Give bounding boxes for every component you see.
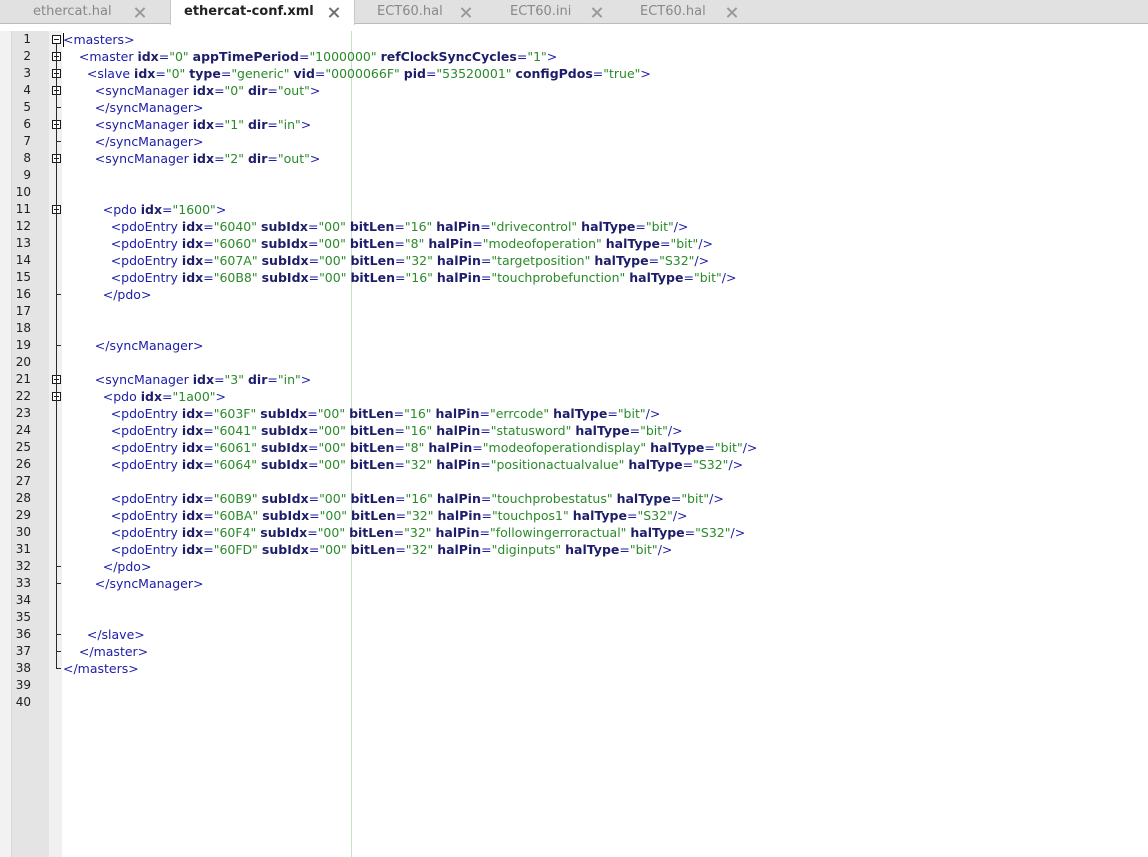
code-line[interactable]: </slave> — [63, 626, 145, 643]
code-line[interactable]: <masters> — [63, 31, 135, 48]
tab-ethercat-conf-xml[interactable]: ethercat-conf.xml — [170, 0, 355, 25]
editor-left-margin — [0, 31, 12, 857]
close-icon[interactable] — [134, 7, 145, 18]
code-line[interactable]: <pdoEntry idx="60B8" subIdx="00" bitLen=… — [63, 269, 737, 286]
tab-label: ethercat-conf.xml — [184, 4, 314, 19]
code-line[interactable]: <pdoEntry idx="603F" subIdx="00" bitLen=… — [63, 405, 661, 422]
code-line[interactable]: <syncManager idx="3" dir="in"> — [63, 371, 311, 388]
line-number: 24 — [15, 423, 31, 437]
tab-label: ECT60.ini — [510, 4, 572, 19]
tab-bar: ethercat.hal ethercat-conf.xml ECT60.hal… — [0, 0, 1148, 25]
line-number: 31 — [15, 542, 31, 556]
line-number: 34 — [15, 593, 31, 607]
code-line[interactable]: <pdoEntry idx="607A" subIdx="00" bitLen=… — [63, 252, 709, 269]
fold-end-marker — [56, 634, 61, 635]
tab-ect60-hal-2[interactable]: ECT60.hal — [620, 0, 750, 24]
line-number: 13 — [15, 236, 31, 250]
close-icon[interactable] — [460, 7, 471, 18]
line-number: 20 — [15, 355, 31, 369]
line-number: 2 — [23, 49, 31, 63]
code-line[interactable]: <pdo idx="1600"> — [63, 201, 227, 218]
fold-end-marker — [56, 583, 61, 584]
tab-label: ECT60.hal — [377, 4, 443, 19]
code-line[interactable]: <pdoEntry idx="60F4" subIdx="00" bitLen=… — [63, 524, 745, 541]
line-number: 28 — [15, 491, 31, 505]
line-number: 32 — [15, 559, 31, 573]
code-line[interactable]: </syncManager> — [63, 575, 204, 592]
line-number: 15 — [15, 270, 31, 284]
line-number: 26 — [15, 457, 31, 471]
line-number: 17 — [15, 304, 31, 318]
line-number: 29 — [15, 508, 31, 522]
line-number: 12 — [15, 219, 31, 233]
line-number: 11 — [15, 202, 31, 216]
line-number: 16 — [15, 287, 31, 301]
code-line[interactable]: <pdoEntry idx="6040" subIdx="00" bitLen=… — [63, 218, 689, 235]
line-number: 10 — [15, 185, 31, 199]
code-line[interactable]: <syncManager idx="1" dir="in"> — [63, 116, 311, 133]
code-line[interactable]: <pdo idx="1a00"> — [63, 388, 226, 405]
close-icon[interactable] — [591, 7, 602, 18]
fold-guide-line — [56, 44, 57, 669]
close-icon[interactable] — [726, 7, 737, 18]
line-number: 3 — [23, 66, 31, 80]
code-line[interactable]: </syncManager> — [63, 337, 204, 354]
code-line[interactable]: </syncManager> — [63, 99, 204, 116]
line-number: 19 — [15, 338, 31, 352]
line-number: 30 — [15, 525, 31, 539]
line-number: 37 — [15, 644, 31, 658]
text-caret — [63, 33, 64, 47]
line-number: 4 — [23, 83, 31, 97]
fold-end-marker — [56, 668, 61, 669]
line-number: 40 — [15, 695, 31, 709]
line-number: 6 — [23, 117, 31, 131]
code-line[interactable]: <pdoEntry idx="6064" subIdx="00" bitLen=… — [63, 456, 743, 473]
line-number: 21 — [15, 372, 31, 386]
tab-label: ECT60.hal — [640, 4, 706, 19]
code-line[interactable]: </masters> — [63, 660, 139, 677]
line-number: 23 — [15, 406, 31, 420]
tab-ect60-hal[interactable]: ECT60.hal — [355, 0, 490, 24]
code-line[interactable]: <pdoEntry idx="6061" subIdx="00" bitLen=… — [63, 439, 758, 456]
code-line[interactable]: </master> — [63, 643, 148, 660]
code-line[interactable]: <pdoEntry idx="6060" subIdx="00" bitLen=… — [63, 235, 713, 252]
line-number: 25 — [15, 440, 31, 454]
code-line[interactable]: <pdoEntry idx="60FD" subIdx="00" bitLen=… — [63, 541, 673, 558]
fold-toggle-icon[interactable] — [52, 35, 61, 44]
code-line[interactable]: <syncManager idx="2" dir="out"> — [63, 150, 321, 167]
fold-end-marker — [56, 566, 61, 567]
tab-label: ethercat.hal — [33, 4, 112, 19]
tab-ect60-ini[interactable]: ECT60.ini — [490, 0, 620, 24]
line-number: 5 — [23, 100, 31, 114]
code-line[interactable]: <pdoEntry idx="60B9" subIdx="00" bitLen=… — [63, 490, 724, 507]
line-number: 18 — [15, 321, 31, 335]
line-number: 27 — [15, 474, 31, 488]
fold-end-marker — [56, 141, 61, 142]
line-number: 7 — [23, 134, 31, 148]
tab-ethercat-hal[interactable]: ethercat.hal — [0, 0, 170, 24]
line-number: 1 — [23, 32, 31, 46]
fold-end-marker — [56, 345, 61, 346]
fold-end-marker — [56, 107, 61, 108]
code-line[interactable]: </pdo> — [63, 558, 152, 575]
line-number: 38 — [15, 661, 31, 675]
line-number: 35 — [15, 610, 31, 624]
code-line[interactable]: <syncManager idx="0" dir="out"> — [63, 82, 321, 99]
code-line[interactable]: <pdoEntry idx="6041" subIdx="00" bitLen=… — [63, 422, 683, 439]
line-number: 33 — [15, 576, 31, 590]
line-number: 36 — [15, 627, 31, 641]
close-icon[interactable] — [328, 7, 339, 18]
line-number: 8 — [23, 151, 31, 165]
line-number: 22 — [15, 389, 31, 403]
code-line[interactable]: <pdoEntry idx="60BA" subIdx="00" bitLen=… — [63, 507, 688, 524]
fold-end-marker — [56, 651, 61, 652]
code-line[interactable]: </syncManager> — [63, 133, 204, 150]
code-line[interactable]: <master idx="0" appTimePeriod="1000000" … — [63, 48, 557, 65]
line-number: 9 — [23, 168, 31, 182]
line-number: 14 — [15, 253, 31, 267]
line-number: 39 — [15, 678, 31, 692]
fold-end-marker — [56, 294, 61, 295]
code-line[interactable]: <slave idx="0" type="generic" vid="00000… — [63, 65, 651, 82]
code-line[interactable]: </pdo> — [63, 286, 152, 303]
